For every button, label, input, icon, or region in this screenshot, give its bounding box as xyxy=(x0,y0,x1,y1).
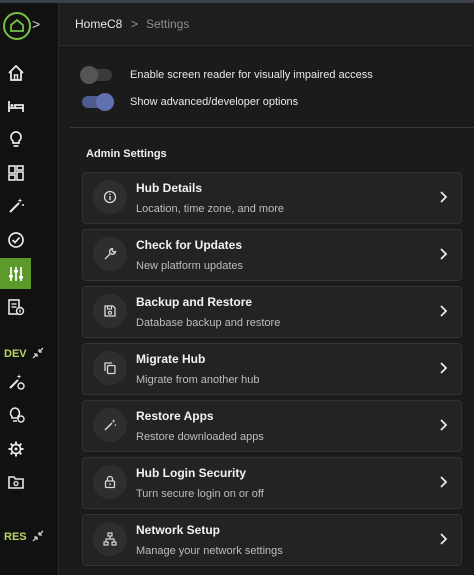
card-hub-details[interactable]: Hub Details Location, time zone, and mor… xyxy=(82,172,462,224)
dashboard-icon xyxy=(7,164,24,181)
card-hub-login-security[interactable]: Hub Login Security Turn secure login on … xyxy=(82,457,462,509)
sidebar-item-logs[interactable] xyxy=(0,291,31,322)
breadcrumb-separator: > xyxy=(131,17,139,31)
dev-collapse-icon[interactable] xyxy=(32,347,44,359)
bulb-icon xyxy=(9,130,22,147)
dev-section-label: DEV xyxy=(4,348,27,360)
check-circle-icon xyxy=(7,231,24,248)
card-title: Network Setup xyxy=(136,523,221,537)
file-manager-icon xyxy=(7,475,24,489)
card-subtitle: Manage your network settings xyxy=(136,545,283,557)
home-logo-icon xyxy=(10,18,24,32)
breadcrumb-home[interactable]: HomeC8 xyxy=(75,17,122,31)
logs-icon xyxy=(7,298,24,315)
settings-sliders-icon xyxy=(8,266,23,281)
sidebar: > DEV RES xyxy=(0,3,59,575)
card-subtitle: New platform updates xyxy=(136,260,243,272)
chevron-right-icon xyxy=(440,305,448,317)
chevron-right-icon xyxy=(440,248,448,260)
breadcrumb-current: Settings xyxy=(146,17,190,31)
toggle-advanced-row[interactable]: Show advanced/developer options xyxy=(82,92,298,112)
chevron-right-icon xyxy=(440,191,448,203)
card-subtitle: Restore downloaded apps xyxy=(136,431,264,443)
hubitat-logo[interactable] xyxy=(3,12,31,40)
sidebar-item-drivers-code[interactable] xyxy=(0,399,31,430)
advanced-options-label: Show advanced/developer options xyxy=(130,96,299,108)
header: HomeC8 > Settings xyxy=(59,3,474,46)
integrations-icon xyxy=(9,406,25,423)
sidebar-item-settings[interactable] xyxy=(0,258,31,289)
bed-icon xyxy=(7,100,24,112)
card-migrate-hub[interactable]: Migrate Hub Migrate from another hub xyxy=(82,343,462,395)
save-icon xyxy=(93,294,127,328)
sidebar-item-apps[interactable] xyxy=(0,190,31,221)
sidebar-item-home[interactable] xyxy=(0,57,31,88)
sidebar-item-libraries[interactable] xyxy=(0,433,31,464)
copy-icon xyxy=(93,351,127,385)
screen-reader-toggle[interactable] xyxy=(80,66,112,84)
toggle-screen-reader-row[interactable]: Enable screen reader for visually impair… xyxy=(80,65,373,85)
res-section-label: RES xyxy=(4,531,27,543)
card-title: Migrate Hub xyxy=(136,352,206,366)
card-subtitle: Location, time zone, and more xyxy=(136,203,284,215)
res-collapse-icon[interactable] xyxy=(32,530,44,542)
apps-code-icon xyxy=(8,373,25,390)
section-divider xyxy=(70,127,474,128)
screen-reader-label: Enable screen reader for visually impair… xyxy=(130,69,373,81)
card-subtitle: Database backup and restore xyxy=(136,317,281,329)
sidebar-item-file-manager[interactable] xyxy=(0,466,31,497)
card-title: Hub Details xyxy=(136,181,203,195)
chevron-right-icon xyxy=(440,362,448,374)
card-title: Hub Login Security xyxy=(136,466,247,480)
card-backup-restore[interactable]: Backup and Restore Database backup and r… xyxy=(82,286,462,338)
card-subtitle: Turn secure login on or off xyxy=(136,488,264,500)
sidebar-expand-icon[interactable]: > xyxy=(32,16,40,32)
wand-icon xyxy=(93,408,127,442)
gear-icon xyxy=(8,441,23,456)
advanced-options-toggle[interactable] xyxy=(82,93,114,111)
card-title: Check for Updates xyxy=(136,238,243,252)
info-icon xyxy=(93,180,127,214)
section-title: Admin Settings xyxy=(86,148,167,160)
card-title: Restore Apps xyxy=(136,409,214,423)
sidebar-item-modes[interactable] xyxy=(0,224,31,255)
network-icon xyxy=(93,522,127,556)
home-icon xyxy=(7,64,24,81)
chevron-right-icon xyxy=(440,476,448,488)
chevron-right-icon xyxy=(440,419,448,431)
wrench-icon xyxy=(93,237,127,271)
card-title: Backup and Restore xyxy=(136,295,253,309)
sidebar-item-devices[interactable] xyxy=(0,123,31,154)
magic-wand-icon xyxy=(8,197,24,213)
sidebar-item-apps-code[interactable] xyxy=(0,366,31,397)
card-subtitle: Migrate from another hub xyxy=(136,374,260,386)
chevron-right-icon xyxy=(440,533,448,545)
card-restore-apps[interactable]: Restore Apps Restore downloaded apps xyxy=(82,400,462,452)
sidebar-item-rooms[interactable] xyxy=(0,90,31,121)
sidebar-item-dashboards[interactable] xyxy=(0,157,31,188)
lock-icon xyxy=(93,465,127,499)
card-check-updates[interactable]: Check for Updates New platform updates xyxy=(82,229,462,281)
card-network-setup[interactable]: Network Setup Manage your network settin… xyxy=(82,514,462,566)
